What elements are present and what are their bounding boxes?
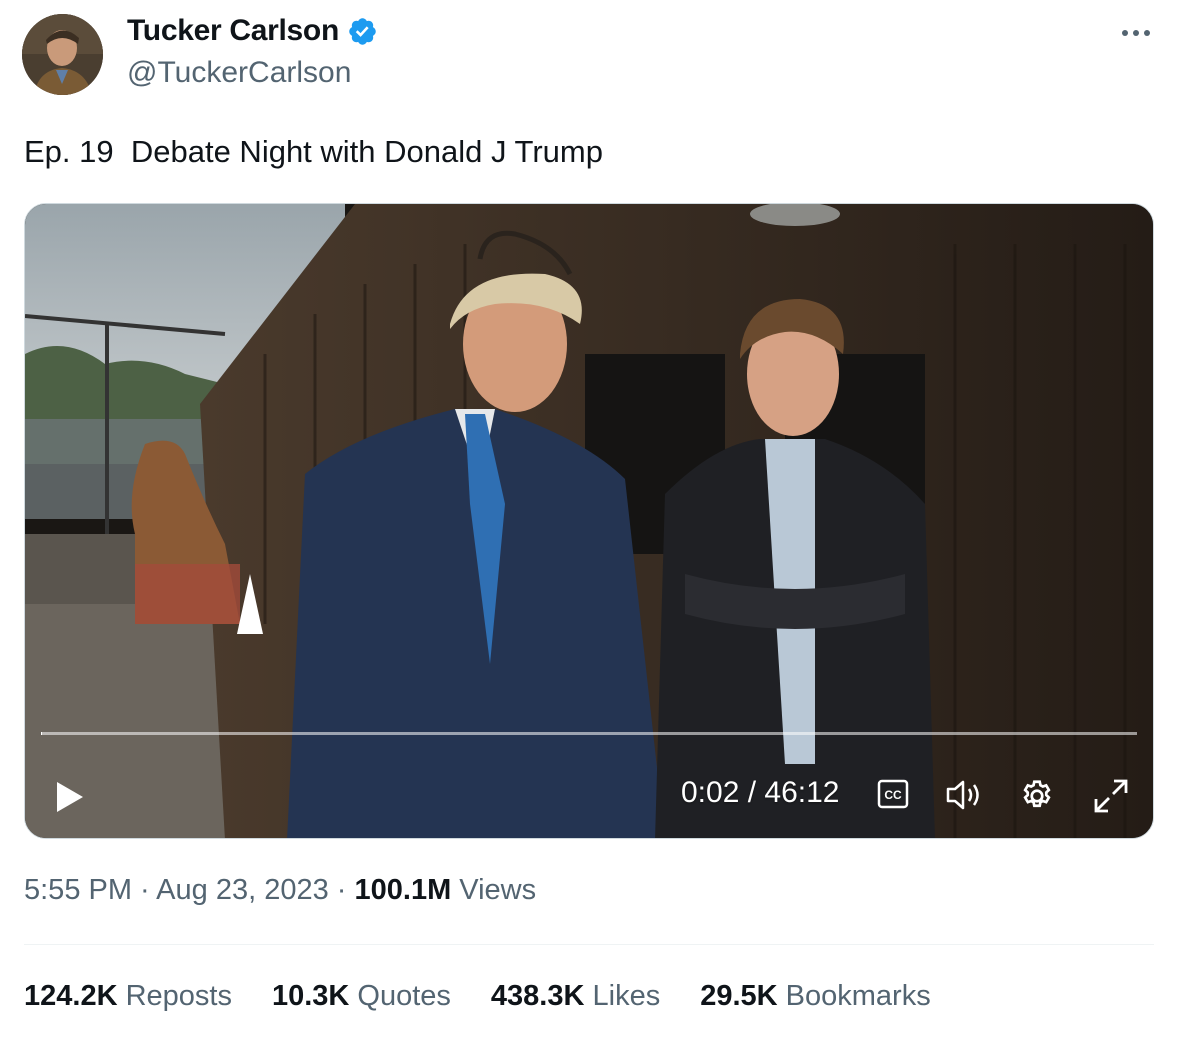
author-handle[interactable]: @TuckerCarlson xyxy=(127,56,351,90)
play-icon[interactable] xyxy=(55,780,85,814)
views-label: Views xyxy=(451,874,537,906)
tweet-meta: 5:55 PM · Aug 23, 2023 · 100.1M Views xyxy=(24,874,536,907)
video-progress-bar[interactable] xyxy=(41,732,1137,735)
engagement-stats: 124.2K Reposts 10.3K Quotes 438.3K Likes… xyxy=(24,980,931,1013)
verified-badge-icon xyxy=(349,17,376,45)
stat-count: 29.5K xyxy=(700,980,778,1012)
fullscreen-icon[interactable] xyxy=(1093,778,1129,814)
stat-count: 10.3K xyxy=(271,980,350,1012)
divider xyxy=(24,944,1154,945)
stat-count: 124.2K xyxy=(24,980,118,1012)
likes-stat[interactable]: 438.3K Likes xyxy=(491,980,660,1013)
video-progress-fill xyxy=(41,732,43,735)
tweet-date[interactable]: Aug 23, 2023 xyxy=(156,874,329,906)
video-player[interactable]: 0:02 / 46:12 CC xyxy=(24,203,1154,839)
volume-icon[interactable] xyxy=(945,778,985,812)
views-count: 100.1M xyxy=(354,874,452,906)
tweet-text: Ep. 19 Debate Night with Donald J Trump xyxy=(24,134,603,169)
video-time: 0:02 / 46:12 xyxy=(681,776,840,809)
bookmarks-stat[interactable]: 29.5K Bookmarks xyxy=(700,980,931,1013)
profile-photo xyxy=(22,14,103,95)
meta-separator: · xyxy=(132,874,157,906)
stat-label: Reposts xyxy=(117,980,232,1012)
settings-icon[interactable] xyxy=(1019,778,1055,814)
tweet-time[interactable]: 5:55 PM xyxy=(24,874,132,906)
video-frame xyxy=(25,204,1153,838)
meta-separator: · xyxy=(328,874,355,906)
avatar[interactable] xyxy=(22,14,103,95)
more-options-button[interactable] xyxy=(1118,18,1154,48)
stat-label: Likes xyxy=(584,980,661,1012)
author-name[interactable]: Tucker Carlson xyxy=(127,14,339,48)
quotes-stat[interactable]: 10.3K Quotes xyxy=(272,980,451,1013)
more-horizontal-icon xyxy=(1122,30,1150,36)
captions-label: CC xyxy=(884,788,902,802)
stat-label: Quotes xyxy=(349,980,451,1012)
stat-label: Bookmarks xyxy=(777,980,931,1012)
stat-count: 438.3K xyxy=(490,980,585,1012)
reposts-stat[interactable]: 124.2K Reposts xyxy=(24,980,232,1013)
captions-icon[interactable]: CC xyxy=(877,779,909,809)
